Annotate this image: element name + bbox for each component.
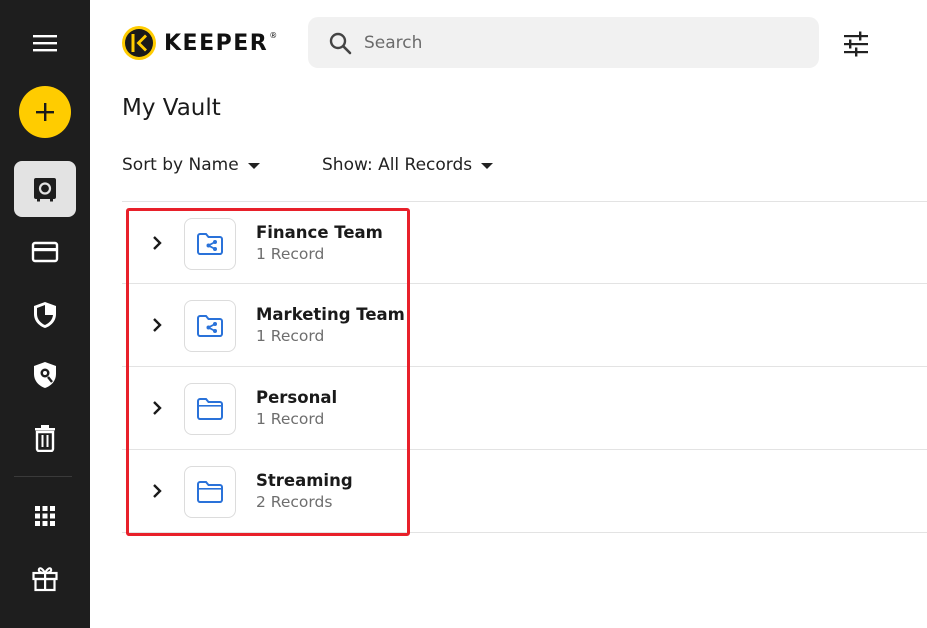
folder-name: Marketing Team — [256, 305, 405, 324]
record-count: 1 Record — [256, 245, 325, 263]
plus-icon — [36, 103, 54, 121]
search-bar[interactable] — [308, 17, 819, 68]
sidebar-item-menu[interactable] — [0, 22, 90, 64]
sidebar-item-gift[interactable] — [0, 558, 90, 598]
record-count: 1 Record — [256, 410, 325, 428]
shield-icon — [34, 302, 56, 328]
folder-icon — [184, 383, 236, 435]
grid-icon — [35, 506, 55, 526]
shield-eye-icon — [34, 362, 56, 388]
caret-down-icon — [247, 163, 260, 169]
sort-dropdown[interactable]: Sort by Name — [122, 155, 260, 175]
shared-folder-icon — [184, 300, 236, 352]
sidebar-item-payment-cards[interactable] — [0, 232, 90, 272]
folder-row-streaming[interactable]: Streaming 2 Records — [122, 450, 927, 533]
page-title: My Vault — [122, 95, 221, 121]
chevron-right-icon[interactable] — [150, 399, 164, 417]
sidebar-item-security-audit[interactable] — [0, 294, 90, 336]
folder-name: Streaming — [256, 471, 353, 490]
folder-row-finance-team[interactable]: Finance Team 1 Record — [122, 201, 927, 284]
chevron-right-icon[interactable] — [150, 234, 164, 252]
folder-name: Personal — [256, 388, 338, 407]
sort-label: Sort by Name — [122, 155, 239, 175]
keeper-logo-icon — [122, 26, 156, 60]
vault-button[interactable] — [14, 161, 76, 217]
folder-row-personal[interactable]: Personal 1 Record — [122, 367, 927, 450]
sliders-icon — [844, 31, 868, 57]
keeper-logo[interactable]: KEEPER® — [121, 25, 279, 61]
sidebar-item-apps[interactable] — [0, 496, 90, 536]
caret-down-icon — [481, 163, 494, 169]
show-filter-dropdown[interactable]: Show: All Records — [322, 155, 494, 175]
sidebar-divider — [14, 476, 72, 477]
show-label: Show: All Records — [322, 155, 473, 175]
sidebar-item-deleted-items[interactable] — [0, 418, 90, 458]
create-fab[interactable] — [19, 86, 71, 138]
shared-folder-icon — [184, 218, 236, 270]
vault-icon — [34, 178, 56, 202]
record-count: 2 Records — [256, 493, 333, 511]
search-input[interactable] — [364, 32, 784, 53]
record-count: 1 Record — [256, 327, 325, 345]
folder-name: Finance Team — [256, 223, 383, 242]
gift-icon — [32, 567, 58, 592]
folder-list: Finance Team 1 Record Marketing Team 1 R… — [122, 201, 927, 533]
filter-settings-button[interactable] — [840, 28, 872, 60]
trash-icon — [35, 425, 55, 452]
card-icon — [31, 241, 59, 263]
logo-wordmark: KEEPER® — [164, 30, 279, 56]
folder-icon — [184, 466, 236, 518]
search-icon — [329, 32, 352, 54]
chevron-right-icon[interactable] — [150, 482, 164, 500]
sidebar — [0, 0, 90, 628]
folder-row-marketing-team[interactable]: Marketing Team 1 Record — [122, 284, 927, 367]
sidebar-item-vault[interactable] — [0, 161, 90, 217]
create-button[interactable] — [0, 86, 90, 138]
sidebar-item-breachwatch[interactable] — [0, 354, 90, 396]
chevron-right-icon[interactable] — [150, 316, 164, 334]
hamburger-icon — [33, 35, 57, 52]
